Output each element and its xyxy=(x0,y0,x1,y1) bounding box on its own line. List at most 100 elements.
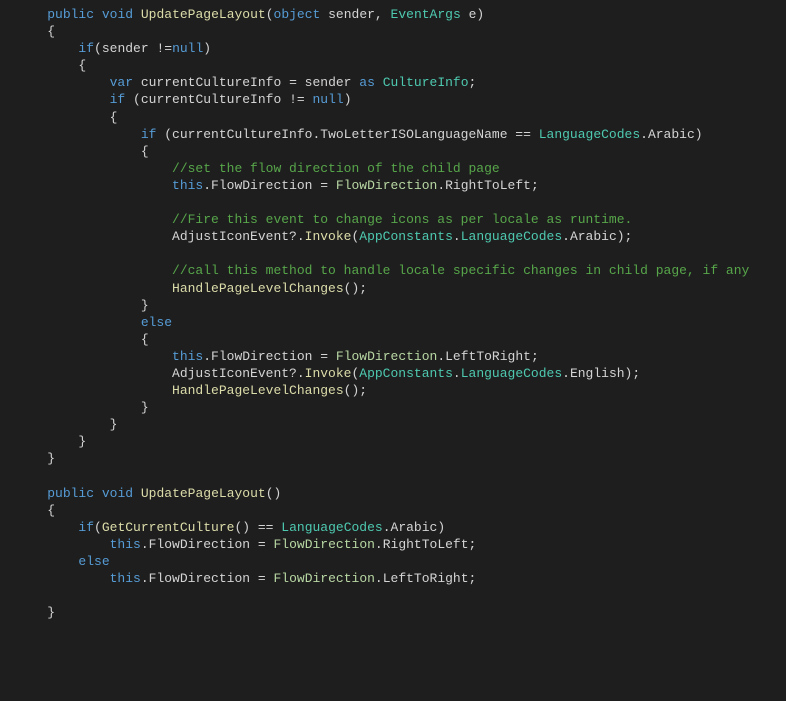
code-text: .FlowDirection xyxy=(141,537,258,552)
code-text: AdjustIconEvent?. xyxy=(172,229,305,244)
code-line: this.FlowDirection = FlowDirection.Right… xyxy=(16,178,539,193)
operator: = xyxy=(320,178,328,193)
operator: = xyxy=(289,75,297,90)
keyword: null xyxy=(312,92,343,107)
code-text: ; xyxy=(469,75,477,90)
code-text: .English); xyxy=(562,366,640,381)
class: LanguageCodes xyxy=(461,366,562,381)
comment: //call this method to handle locale spec… xyxy=(172,263,749,278)
class: AppConstants xyxy=(359,366,453,381)
code-line: //Fire this event to change icons as per… xyxy=(16,212,632,227)
function: UpdatePageLayout xyxy=(141,7,266,22)
function: HandlePageLevelChanges xyxy=(172,281,344,296)
keyword: var xyxy=(110,75,133,90)
enum: FlowDirection xyxy=(336,349,437,364)
code-text: sender xyxy=(297,75,359,90)
code-line: } xyxy=(16,298,149,313)
code-line: } xyxy=(16,605,55,620)
operator: == xyxy=(258,520,274,535)
code-line: HandlePageLevelChanges(); xyxy=(16,383,367,398)
bracket: } xyxy=(110,417,118,432)
bracket: ( xyxy=(94,41,102,56)
bracket: ( xyxy=(266,7,274,22)
class: LanguageCodes xyxy=(461,229,562,244)
bracket: { xyxy=(141,144,149,159)
operator: == xyxy=(515,127,531,142)
bracket: { xyxy=(47,503,55,518)
code-line: HandlePageLevelChanges(); xyxy=(16,281,367,296)
keyword: null xyxy=(172,41,203,56)
code-line: this.FlowDirection = FlowDirection.Right… xyxy=(16,537,476,552)
code-text: .Arabic) xyxy=(383,520,445,535)
operator: != xyxy=(156,41,172,56)
keyword: else xyxy=(141,315,172,330)
bracket: } xyxy=(47,605,55,620)
function: GetCurrentCulture xyxy=(102,520,235,535)
code-line: else xyxy=(16,315,172,330)
code-line: //call this method to handle locale spec… xyxy=(16,263,749,278)
code-text xyxy=(328,349,336,364)
code-text xyxy=(531,127,539,142)
code-text: sender xyxy=(102,41,157,56)
code-text: e xyxy=(461,7,477,22)
bracket: { xyxy=(110,110,118,125)
code-text: .Arabic); xyxy=(562,229,632,244)
class: LanguageCodes xyxy=(539,127,640,142)
operator: != xyxy=(289,92,305,107)
bracket: } xyxy=(78,434,86,449)
code-editor[interactable]: public void UpdatePageLayout(object send… xyxy=(0,0,786,627)
operator: = xyxy=(320,349,328,364)
keyword: this xyxy=(172,349,203,364)
code-line: } xyxy=(16,451,55,466)
bracket: } xyxy=(141,298,149,313)
class: AppConstants xyxy=(359,229,453,244)
code-line: { xyxy=(16,332,149,347)
code-text xyxy=(375,75,383,90)
keyword: if xyxy=(78,520,94,535)
code-line: var currentCultureInfo = sender as Cultu… xyxy=(16,75,476,90)
code-line: { xyxy=(16,58,86,73)
enum: FlowDirection xyxy=(274,537,375,552)
code-line: } xyxy=(16,434,86,449)
code-line: this.FlowDirection = FlowDirection.LeftT… xyxy=(16,571,476,586)
code-line: if (currentCultureInfo != null) xyxy=(16,92,352,107)
code-text: .FlowDirection xyxy=(203,178,320,193)
code-text: .LeftToRight; xyxy=(437,349,538,364)
code-text: .FlowDirection xyxy=(203,349,320,364)
keyword: if xyxy=(110,92,126,107)
bracket: ( xyxy=(94,520,102,535)
code-line: { xyxy=(16,110,117,125)
keyword: public xyxy=(47,486,94,501)
code-line: public void UpdatePageLayout() xyxy=(16,486,281,501)
bracket: } xyxy=(141,400,149,415)
code-text: . xyxy=(453,366,461,381)
operator: = xyxy=(258,537,266,552)
code-text: sender, xyxy=(320,7,390,22)
type: object xyxy=(274,7,321,22)
code-line: } xyxy=(16,417,117,432)
code-line: AdjustIconEvent?.Invoke(AppConstants.Lan… xyxy=(16,229,632,244)
code-line: } xyxy=(16,400,149,415)
bracket: } xyxy=(47,451,55,466)
bracket: ) xyxy=(203,41,211,56)
operator: = xyxy=(258,571,266,586)
bracket: () xyxy=(266,486,282,501)
function: Invoke xyxy=(305,229,352,244)
function: UpdatePageLayout xyxy=(141,486,266,501)
keyword: if xyxy=(78,41,94,56)
function: HandlePageLevelChanges xyxy=(172,383,344,398)
code-line: else xyxy=(16,554,110,569)
code-text: AdjustIconEvent?. xyxy=(172,366,305,381)
code-text: (); xyxy=(344,383,367,398)
code-line: AdjustIconEvent?.Invoke(AppConstants.Lan… xyxy=(16,366,640,381)
code-line: { xyxy=(16,24,55,39)
code-text: (); xyxy=(344,281,367,296)
code-line: this.FlowDirection = FlowDirection.LeftT… xyxy=(16,349,539,364)
code-text xyxy=(266,537,274,552)
keyword: void xyxy=(102,7,133,22)
enum: FlowDirection xyxy=(274,571,375,586)
code-text: () xyxy=(234,520,257,535)
code-text xyxy=(328,178,336,193)
comment: //Fire this event to change icons as per… xyxy=(172,212,632,227)
code-text: currentCultureInfo xyxy=(133,75,289,90)
